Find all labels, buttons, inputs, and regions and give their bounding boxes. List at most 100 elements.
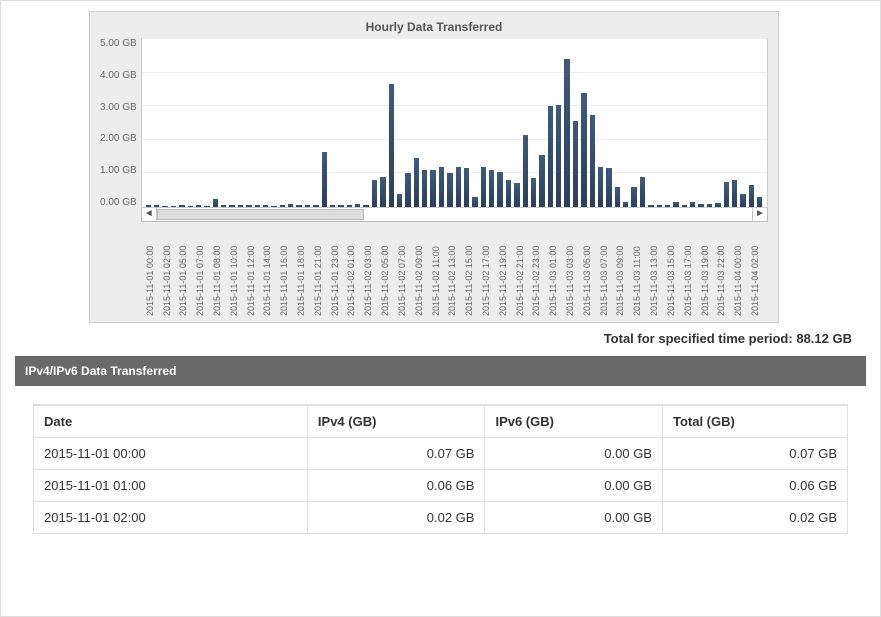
chart-bar (154, 205, 159, 207)
x-tick-label: 2015-11-02 01:00 (346, 226, 360, 316)
cell-ipv4: 0.06 GB (307, 470, 485, 502)
chart-bar (631, 187, 636, 207)
chart-bar (606, 168, 611, 207)
x-tick-label: 2015-11-02 11:00 (431, 226, 445, 316)
chart-bar (146, 205, 151, 207)
chart-bar (573, 121, 578, 207)
x-tick-label: 2015-11-01 18:00 (296, 226, 310, 316)
x-tick-label: 2015-11-02 05:00 (380, 226, 394, 316)
y-tick-label: 2.00 GB (100, 133, 137, 144)
x-tick-label: 2015-11-01 02:00 (162, 226, 176, 316)
chart-bar (355, 204, 360, 207)
chart-bar (564, 59, 569, 207)
scroll-thumb[interactable] (157, 209, 364, 220)
y-tick-label: 4.00 GB (100, 70, 137, 81)
chart-bar (347, 205, 352, 207)
x-tick-label: 2015-11-03 09:00 (615, 226, 629, 316)
chart-bar (171, 206, 176, 207)
chart-bar (313, 205, 318, 207)
chart-bar (648, 205, 653, 207)
chart-bar (749, 185, 754, 207)
chart-bar (665, 205, 670, 207)
chart-bar (698, 204, 703, 207)
chart-bar (397, 194, 402, 207)
table-section-header: IPv4/IPv6 Data Transferred (15, 356, 866, 386)
cell-total: 0.02 GB (662, 502, 847, 534)
chart-bar (497, 172, 502, 207)
chart-bar (430, 170, 435, 207)
chart-panel: Hourly Data Transferred 5.00 GB4.00 GB3.… (89, 11, 779, 323)
x-tick-label: 2015-11-02 17:00 (481, 226, 495, 316)
chart-bar (456, 167, 461, 207)
total-summary: Total for specified time period: 88.12 G… (13, 331, 852, 346)
chart-bar (682, 205, 687, 207)
total-label: Total for specified time period: (604, 331, 793, 346)
chart-bar (188, 206, 193, 207)
data-table: Date IPv4 (GB) IPv6 (GB) Total (GB) 2015… (33, 405, 848, 534)
x-tick-label: 2015-11-04 00:00 (733, 226, 747, 316)
y-tick-label: 0.00 GB (100, 197, 137, 208)
chart-bar (447, 173, 452, 207)
chart-bar (548, 106, 553, 207)
cell-date: 2015-11-01 01:00 (34, 470, 308, 502)
chart-bar (439, 167, 444, 207)
chart-bar (472, 197, 477, 207)
x-tick-label: 2015-11-03 19:00 (700, 226, 714, 316)
cell-ipv6: 0.00 GB (485, 438, 663, 470)
chart-bar (740, 194, 745, 207)
chart-bar (221, 205, 226, 207)
chart-bar (615, 187, 620, 207)
col-ipv6: IPv6 (GB) (485, 406, 663, 438)
chart-bar (732, 180, 737, 207)
chart-bar (623, 202, 628, 207)
chart-bar (238, 205, 243, 207)
chart-bar (422, 170, 427, 207)
chart-bar (707, 204, 712, 207)
x-tick-label: 2015-11-02 13:00 (447, 226, 461, 316)
chart-bar (715, 203, 720, 207)
x-tick-label: 2015-11-01 05:00 (178, 226, 192, 316)
x-tick-label: 2015-11-03 03:00 (565, 226, 579, 316)
chart-bar (288, 204, 293, 207)
cell-ipv4: 0.02 GB (307, 502, 485, 534)
x-tick-label: 2015-11-01 12:00 (246, 226, 260, 316)
chart-bar (389, 84, 394, 207)
chart-bar (590, 115, 595, 207)
x-tick-label: 2015-11-02 09:00 (414, 226, 428, 316)
chart-bar (280, 205, 285, 207)
total-value: 88.12 GB (796, 331, 852, 346)
table-row: 2015-11-01 02:000.02 GB0.00 GB0.02 GB (34, 502, 848, 534)
x-tick-label: 2015-11-01 00:00 (145, 226, 159, 316)
chart-bar (246, 205, 251, 207)
x-tick-label: 2015-11-02 07:00 (397, 226, 411, 316)
chart-bar (229, 205, 234, 207)
chart-bar (405, 173, 410, 207)
cell-ipv6: 0.00 GB (485, 470, 663, 502)
cell-total: 0.06 GB (662, 470, 847, 502)
chart-bar (481, 167, 486, 207)
chart-bar (581, 93, 586, 207)
table-row: 2015-11-01 01:000.06 GB0.00 GB0.06 GB (34, 470, 848, 502)
scroll-right-arrow-icon[interactable]: ► (752, 208, 767, 221)
x-tick-label: 2015-11-01 23:00 (330, 226, 344, 316)
chart-bar (556, 105, 561, 207)
chart-bar (363, 205, 368, 207)
chart-y-axis: 5.00 GB4.00 GB3.00 GB2.00 GB1.00 GB0.00 … (100, 38, 141, 208)
chart-bar (531, 178, 536, 207)
x-tick-label: 2015-11-02 23:00 (531, 226, 545, 316)
y-tick-label: 1.00 GB (100, 165, 137, 176)
chart-bar (213, 199, 218, 207)
chart-scrollbar[interactable]: ◄ ► (141, 208, 768, 222)
x-tick-label: 2015-11-03 22:00 (716, 226, 730, 316)
scroll-left-arrow-icon[interactable]: ◄ (142, 208, 157, 221)
x-tick-label: 2015-11-03 17:00 (683, 226, 697, 316)
cell-ipv4: 0.07 GB (307, 438, 485, 470)
cell-date: 2015-11-01 02:00 (34, 502, 308, 534)
chart-bar (196, 205, 201, 207)
cell-ipv6: 0.00 GB (485, 502, 663, 534)
chart-bar (330, 205, 335, 207)
x-tick-label: 2015-11-01 07:00 (195, 226, 209, 316)
chart-bar (690, 202, 695, 207)
x-tick-label: 2015-11-01 10:00 (229, 226, 243, 316)
chart-bar (296, 205, 301, 207)
